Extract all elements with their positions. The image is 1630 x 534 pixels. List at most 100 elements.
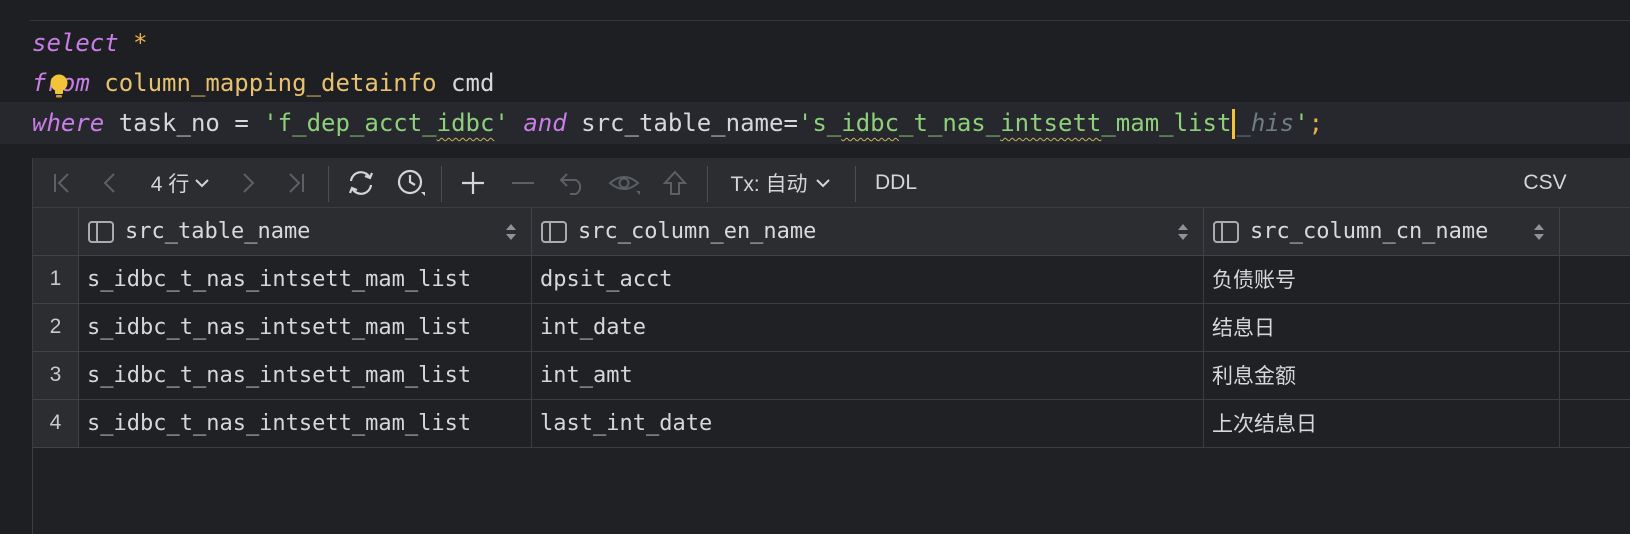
submit-button[interactable] [655,158,695,208]
first-page-button[interactable] [47,158,77,208]
table-cell-overflow[interactable] [1560,304,1630,352]
column-header-overflow[interactable] [1560,208,1630,256]
chevron-down-icon [815,179,830,188]
sort-icon[interactable] [1177,222,1189,242]
preview-changes-button[interactable] [605,158,645,208]
asterisk: * [133,29,148,57]
table-cell[interactable]: s_idbc_t_nas_intsett_mam_list [79,256,532,304]
table-cell[interactable]: 上次结息日 [1204,400,1560,448]
result-toolbar: 4 行 Tx: 自动 DDL CSV [33,158,1630,208]
string-literal: _mam_list [1101,109,1232,137]
table-cell[interactable]: s_idbc_t_nas_intsett_mam_list [79,304,532,352]
table-cell[interactable]: s_idbc_t_nas_intsett_mam_list [79,400,532,448]
sort-icon[interactable] [1533,222,1545,242]
result-panel: 4 行 Tx: 自动 DDL CSV src_table_name src_co… [32,158,1630,534]
table-cell[interactable]: int_amt [532,352,1204,400]
transaction-mode-dropdown[interactable]: Tx: 自动 [723,158,839,208]
keyword: select [32,29,119,57]
column-icon [88,220,114,243]
minus-icon [512,182,534,184]
text-caret [1232,109,1236,139]
string-literal-typo: idbc [436,109,495,137]
lightbulb-icon[interactable] [48,73,70,99]
table-identifier: column_mapping_detainfo [104,69,437,97]
editor-divider [0,20,1630,21]
arrow-up-icon [662,170,688,195]
last-page-icon [289,173,304,193]
column-icon [541,220,567,243]
table-cell-overflow[interactable] [1560,352,1630,400]
row-count-dropdown[interactable]: 4 行 [143,158,219,208]
sql-editor[interactable]: select * from column_mapping_detainfo cm… [0,0,1630,160]
row-number[interactable]: 2 [33,304,79,352]
prev-page-button[interactable] [95,158,125,208]
string-literal-typo: idbc [841,109,900,137]
string-quote: ' [1294,109,1309,137]
row-number[interactable]: 1 [33,256,79,304]
string-quote: ' [494,109,509,137]
refresh-button[interactable] [341,158,381,208]
string-literal: _t_nas_ [899,109,1001,137]
eye-icon [608,176,640,195]
code-line-3[interactable]: where task_no = 'f_dep_acct_idbc' and sr… [0,102,1630,144]
chevron-right-icon [243,173,255,193]
csv-label: CSV [1523,171,1567,194]
ddl-button[interactable]: DDL [869,158,923,208]
string-literal-typo: intsett [1000,109,1102,137]
table-alias: cmd [451,69,495,97]
column-header[interactable]: src_column_cn_name [1204,208,1560,256]
table-cell[interactable]: 结息日 [1204,304,1560,352]
column-identifier: src_table_name [581,109,784,137]
transaction-mode-label: Tx: 自动 [730,173,808,196]
chevron-down-icon [195,179,209,188]
plus-icon [462,172,484,194]
ddl-label: DDL [874,171,917,194]
history-button[interactable] [391,158,431,208]
row-number[interactable]: 3 [33,352,79,400]
code-line-2[interactable]: from column_mapping_detainfo cmd [32,62,494,104]
table-cell[interactable]: 利息金额 [1204,352,1560,400]
column-icon [1213,220,1239,243]
refresh-icon [348,171,374,195]
column-header[interactable]: src_table_name [79,208,532,256]
undo-icon [559,173,582,195]
completion-hint: _his [1236,109,1295,137]
column-identifier: task_no [118,109,220,137]
next-page-button[interactable] [233,158,263,208]
column-header-label: src_column_cn_name [1250,219,1489,244]
table-cell-overflow[interactable] [1560,256,1630,304]
column-header[interactable]: src_column_en_name [532,208,1204,256]
table-cell[interactable]: last_int_date [532,400,1204,448]
toolbar-separator [855,166,856,202]
last-page-button[interactable] [281,158,311,208]
toolbar-separator [441,166,442,202]
sort-icon[interactable] [505,222,517,242]
table-cell-overflow[interactable] [1560,400,1630,448]
row-number[interactable]: 4 [33,400,79,448]
operator: = [234,109,249,137]
semicolon: ; [1308,109,1324,137]
chevron-left-icon [103,173,115,193]
csv-export-dropdown[interactable]: CSV [1515,158,1575,208]
column-header-label: src_table_name [125,219,311,244]
column-header-label: src_column_en_name [578,219,817,244]
grid-corner[interactable] [33,208,79,256]
operator: = [783,109,798,137]
first-page-icon [54,173,69,193]
keyword: and [523,109,567,137]
table-cell[interactable]: 负债账号 [1204,256,1560,304]
string-literal: f_dep_acct_ [277,109,437,137]
table-cell[interactable]: dpsit_acct [532,256,1204,304]
string-quote: ' [797,109,813,137]
revert-button[interactable] [553,158,593,208]
table-cell[interactable]: s_idbc_t_nas_intsett_mam_list [79,352,532,400]
clock-icon [397,169,425,196]
code-line-1[interactable]: select * [32,22,148,64]
delete-row-button[interactable] [503,158,543,208]
toolbar-separator [707,166,708,202]
keyword: where [32,109,105,137]
table-cell[interactable]: int_date [532,304,1204,352]
string-quote: ' [263,109,278,137]
add-row-button[interactable] [453,158,493,208]
toolbar-separator [328,166,329,202]
